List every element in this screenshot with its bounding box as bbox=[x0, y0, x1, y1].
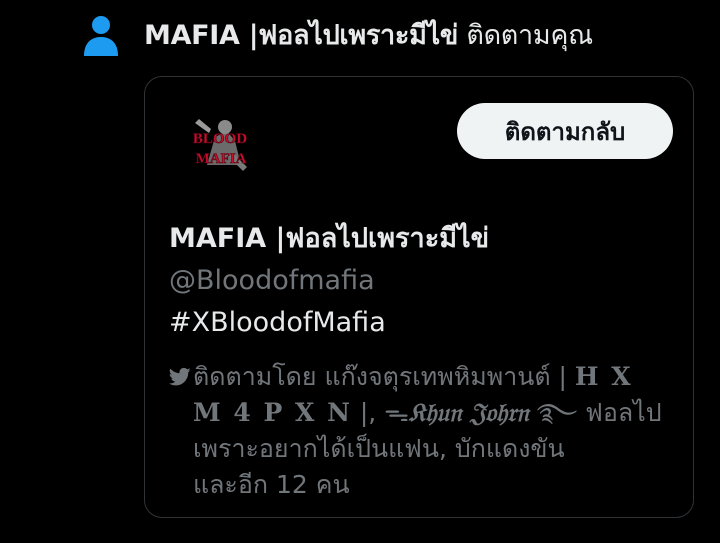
follow-back-button[interactable]: ติดตามกลับ bbox=[457, 103, 673, 159]
follower-name-1b[interactable]: M 4 P X N bbox=[193, 398, 352, 427]
followed-by-text[interactable]: ติดตามโดย แก๊งจตุรเทพหิมพานต์ | H X M 4 … bbox=[169, 359, 679, 503]
bird-icon bbox=[169, 367, 191, 386]
blood-mafia-logo: BLOOD MAFIA bbox=[181, 107, 259, 185]
followed-by-separator: |, bbox=[351, 398, 385, 427]
avatar-text-mafia: MAFIA bbox=[196, 151, 247, 167]
follower-name-2-suffix: ࿐ ฟอลไป bbox=[528, 398, 662, 427]
action-text: ติดตามคุณ bbox=[466, 20, 593, 51]
notification-text: MAFIA |ฟอลไปเพราะมีไข่ ติดตามคุณ bbox=[144, 18, 593, 54]
profile-bio-hashtag[interactable]: #XBloodofMafia bbox=[169, 305, 386, 341]
followed-by-line-2: M 4 P X N |, ᯓ𝔎𝔥𝔲𝔫 𝔍𝔬𝔥𝔯𝔫 ࿐ ฟอลไป bbox=[169, 395, 679, 431]
avatar-text-blood: BLOOD bbox=[193, 131, 247, 147]
avatar[interactable]: BLOOD MAFIA bbox=[181, 107, 259, 185]
follower-name-2[interactable]: 𝔎𝔥𝔲𝔫 𝔍𝔬𝔥𝔯𝔫 bbox=[409, 398, 529, 427]
profile-handle[interactable]: @Bloodofmafia bbox=[169, 263, 375, 299]
followed-by-line-3: เพราะอยากได้เป็นแฟน, บักแดงขัน bbox=[193, 434, 565, 463]
person-icon bbox=[84, 16, 118, 56]
user-card[interactable]: BLOOD MAFIA ติดตามกลับ MAFIA |ฟอลไปเพราะ… bbox=[144, 76, 694, 518]
notification-header[interactable]: MAFIA |ฟอลไปเพราะมีไข่ ติดตามคุณ bbox=[82, 14, 593, 58]
follower-name-1a[interactable]: H X bbox=[575, 362, 633, 391]
actor-name[interactable]: MAFIA |ฟอลไปเพราะมีไข่ bbox=[144, 20, 458, 51]
followed-by-prefix: ติดตามโดย แก๊งจตุรเทพหิมพานต์ | bbox=[193, 362, 575, 391]
followed-by-line-4: และอีก 12 คน bbox=[193, 470, 350, 499]
follower-name-2-prefix: ᯓ bbox=[384, 398, 409, 427]
profile-display-name[interactable]: MAFIA |ฟอลไปเพราะมีไข่ bbox=[169, 221, 489, 257]
followed-by-line-1: ติดตามโดย แก๊งจตุรเทพหิมพานต์ | H X bbox=[169, 359, 679, 395]
